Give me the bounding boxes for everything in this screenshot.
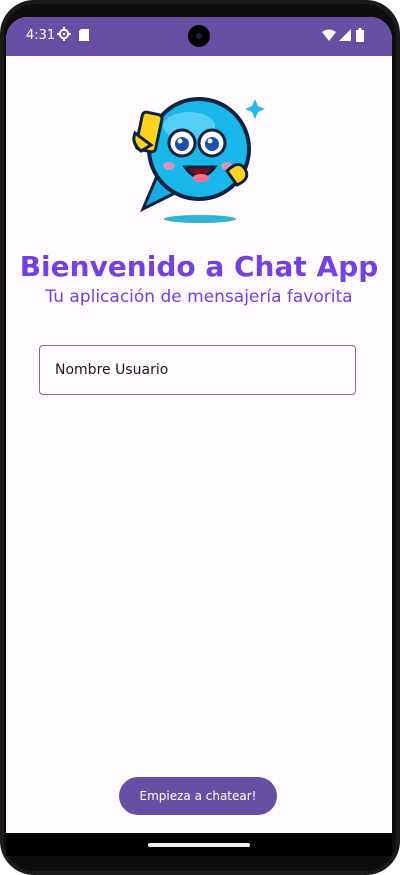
sd-card-icon (79, 29, 89, 41)
welcome-title: Bienvenido a Chat App (19, 250, 379, 283)
front-camera (188, 25, 210, 47)
welcome-subtitle: Tu aplicación de mensajería favorita (45, 287, 353, 307)
username-input[interactable]: Nombre Usuario (39, 345, 356, 395)
start-chat-button[interactable]: Empieza a chatear! (119, 777, 277, 815)
device: 4:31 Bienvenido a Chat App Tu aplicación… (0, 0, 400, 875)
home-gesture-handle[interactable] (148, 843, 250, 847)
battery-icon (356, 28, 364, 42)
app-screen: 4:31 Bienvenido a Chat App Tu aplicación… (6, 17, 392, 856)
settings-gear-icon (57, 27, 71, 41)
signal-icon (339, 29, 351, 41)
status-time: 4:31 (26, 28, 56, 43)
wifi-icon (322, 29, 336, 41)
chat-bubble-mascot-logo (132, 97, 265, 223)
username-placeholder: Nombre Usuario (55, 362, 169, 378)
status-bar: 4:31 (6, 17, 392, 56)
